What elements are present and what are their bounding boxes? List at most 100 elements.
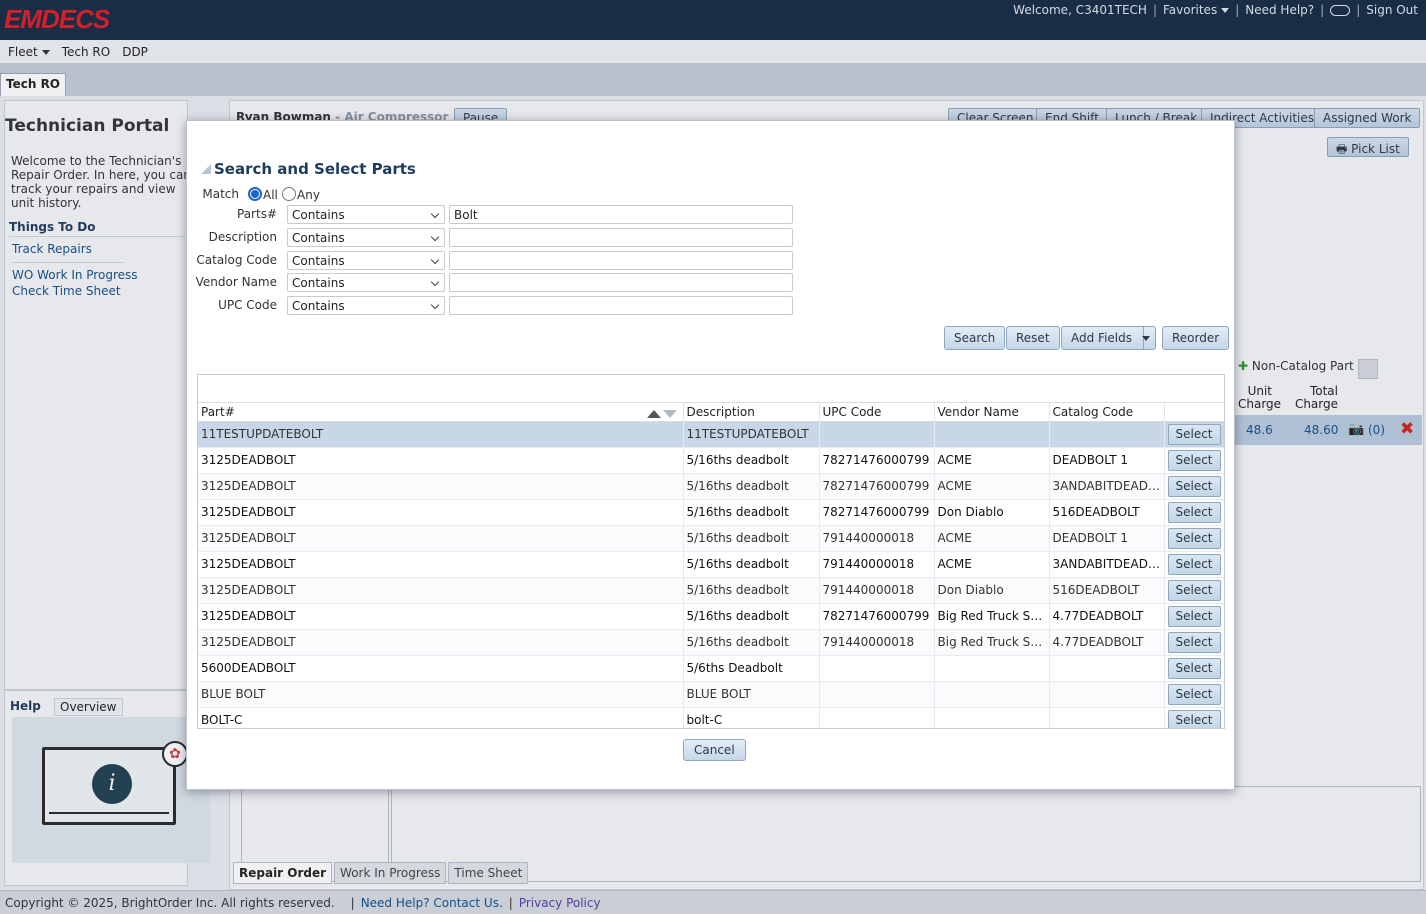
table-cell: Don Diablo: [934, 577, 1050, 604]
table-cell: 3125DEADBOLT: [198, 499, 684, 526]
grid-toolbar: [198, 375, 1224, 403]
search-button[interactable]: Search: [944, 326, 1006, 350]
table-cell: 3125DEADBOLT: [198, 447, 684, 474]
table-cell: 5/16ths deadbolt: [683, 603, 820, 630]
table-row[interactable]: 3125DEADBOLT 5/16ths deadbolt 791440000018…: [198, 577, 1224, 604]
table-cell: 78271476000799: [819, 603, 935, 630]
catalog-code-operator[interactable]: Contains: [287, 251, 445, 270]
column-header-upc-code[interactable]: UPC Code: [819, 403, 935, 422]
table-cell: DEADBOLT 1: [1049, 525, 1165, 552]
table-cell: [1049, 655, 1165, 682]
table-cell: 5/16ths deadbolt: [683, 473, 820, 500]
match-all-radio[interactable]: [248, 187, 262, 201]
table-cell: [819, 681, 935, 708]
collapse-icon[interactable]: [201, 164, 211, 174]
chevron-down-icon: [430, 255, 440, 265]
table-row[interactable]: 3125DEADBOLT 5/16ths deadbolt 782714760007…: [198, 603, 1224, 630]
parts-number-operator[interactable]: Contains: [287, 205, 445, 224]
table-cell: ACME: [934, 447, 1050, 474]
table-cell: 5/6ths Deadbolt: [683, 655, 820, 682]
table-cell: 3125DEADBOLT: [198, 551, 684, 578]
table-cell-action: Select: [1164, 421, 1224, 448]
table-row[interactable]: BOLT-C bolt-C Select: [198, 707, 1224, 728]
match-any-label: Any: [297, 188, 320, 202]
table-cell-action: Select: [1164, 655, 1224, 682]
select-part-button[interactable]: Select: [1167, 423, 1221, 445]
select-part-button[interactable]: Select: [1167, 683, 1221, 705]
table-row[interactable]: 3125DEADBOLT 5/16ths deadbolt 782714760007…: [198, 499, 1224, 526]
parts-number-input[interactable]: Bolt: [449, 205, 793, 224]
table-cell-action: Select: [1164, 551, 1224, 578]
table-cell: ACME: [934, 473, 1050, 500]
table-row[interactable]: 3125DEADBOLT 5/16ths deadbolt 791440000018…: [198, 551, 1224, 578]
table-cell: 5/16ths deadbolt: [683, 499, 820, 526]
chevron-down-icon[interactable]: [1142, 336, 1150, 341]
table-cell-action: Select: [1164, 447, 1224, 474]
table-cell: bolt-C: [683, 707, 820, 728]
parts-results-grid: Part# Description UPC Code Vendor Name C…: [197, 374, 1225, 729]
table-cell: Don Diablo: [934, 499, 1050, 526]
select-part-button[interactable]: Select: [1167, 527, 1221, 549]
table-row[interactable]: 3125DEADBOLT 5/16ths deadbolt 782714760007…: [198, 447, 1224, 474]
table-cell: 78271476000799: [819, 447, 935, 474]
chevron-down-icon: [430, 232, 440, 242]
match-any-radio[interactable]: [282, 187, 296, 201]
column-header-vendor-name[interactable]: Vendor Name: [934, 403, 1050, 422]
table-cell: 4.77DEADBOLT: [1049, 629, 1165, 656]
select-part-button[interactable]: Select: [1167, 449, 1221, 471]
description-label: Description: [208, 230, 277, 244]
select-part-button[interactable]: Select: [1167, 657, 1221, 679]
table-cell: 5/16ths deadbolt: [683, 551, 820, 578]
column-header-part-number[interactable]: Part#: [198, 403, 684, 422]
add-fields-button[interactable]: Add Fields: [1061, 326, 1156, 350]
table-cell: 11TESTUPDATEBOLT: [198, 421, 684, 448]
parts-table: Part# Description UPC Code Vendor Name C…: [198, 403, 1224, 728]
catalog-code-input[interactable]: [449, 251, 793, 270]
column-header-description[interactable]: Description: [683, 403, 820, 422]
description-input[interactable]: [449, 228, 793, 247]
select-part-button[interactable]: Select: [1167, 475, 1221, 497]
description-operator[interactable]: Contains: [287, 228, 445, 247]
chevron-down-icon: [430, 300, 440, 310]
match-label: Match: [202, 187, 239, 201]
table-row[interactable]: 3125DEADBOLT 5/16ths deadbolt 791440000018…: [198, 629, 1224, 656]
upc-code-input[interactable]: [449, 296, 793, 315]
select-part-button[interactable]: Select: [1167, 631, 1221, 653]
sort-ascending-icon[interactable]: [646, 410, 661, 418]
table-cell: [1049, 707, 1165, 728]
table-cell: 516DEADBOLT: [1049, 499, 1165, 526]
table-cell: 5/16ths deadbolt: [683, 525, 820, 552]
select-part-button[interactable]: Select: [1167, 579, 1221, 601]
select-part-button[interactable]: Select: [1167, 605, 1221, 627]
select-part-button[interactable]: Select: [1167, 553, 1221, 575]
reorder-button[interactable]: Reorder: [1162, 326, 1230, 350]
table-row[interactable]: 3125DEADBOLT 5/16ths deadbolt 782714760007…: [198, 473, 1224, 500]
select-part-button[interactable]: Select: [1167, 501, 1221, 523]
table-cell: ACME: [934, 525, 1050, 552]
vendor-name-label: Vendor Name: [195, 275, 277, 289]
table-cell-action: Select: [1164, 473, 1224, 500]
chevron-down-icon: [430, 277, 440, 287]
catalog-code-label: Catalog Code: [196, 253, 277, 267]
vendor-name-operator[interactable]: Contains: [287, 273, 445, 292]
table-cell: [934, 655, 1050, 682]
table-cell: 3125DEADBOLT: [198, 577, 684, 604]
table-cell: [934, 681, 1050, 708]
column-header-catalog-code[interactable]: Catalog Code: [1049, 403, 1165, 422]
table-cell: ACME: [934, 551, 1050, 578]
table-row[interactable]: BLUE BOLT BLUE BOLT Select: [198, 681, 1224, 708]
vendor-name-input[interactable]: [449, 273, 793, 292]
upc-code-operator[interactable]: Contains: [287, 296, 445, 315]
table-row[interactable]: 11TESTUPDATEBOLT 11TESTUPDATEBOLT Select: [198, 421, 1224, 448]
table-cell: 791440000018: [819, 629, 935, 656]
sort-descending-icon[interactable]: [662, 410, 677, 418]
reset-button[interactable]: Reset: [1006, 326, 1060, 350]
cancel-button[interactable]: Cancel: [683, 739, 746, 761]
table-row[interactable]: 3125DEADBOLT 5/16ths deadbolt 791440000018…: [198, 525, 1224, 552]
parts-number-label: Parts#: [237, 207, 277, 221]
table-cell: 4.77DEADBOLT: [1049, 603, 1165, 630]
table-cell: BLUE BOLT: [683, 681, 820, 708]
select-part-button[interactable]: Select: [1167, 709, 1221, 728]
table-row[interactable]: 5600DEADBOLT 5/6ths Deadbolt Select: [198, 655, 1224, 682]
table-cell-action: Select: [1164, 499, 1224, 526]
